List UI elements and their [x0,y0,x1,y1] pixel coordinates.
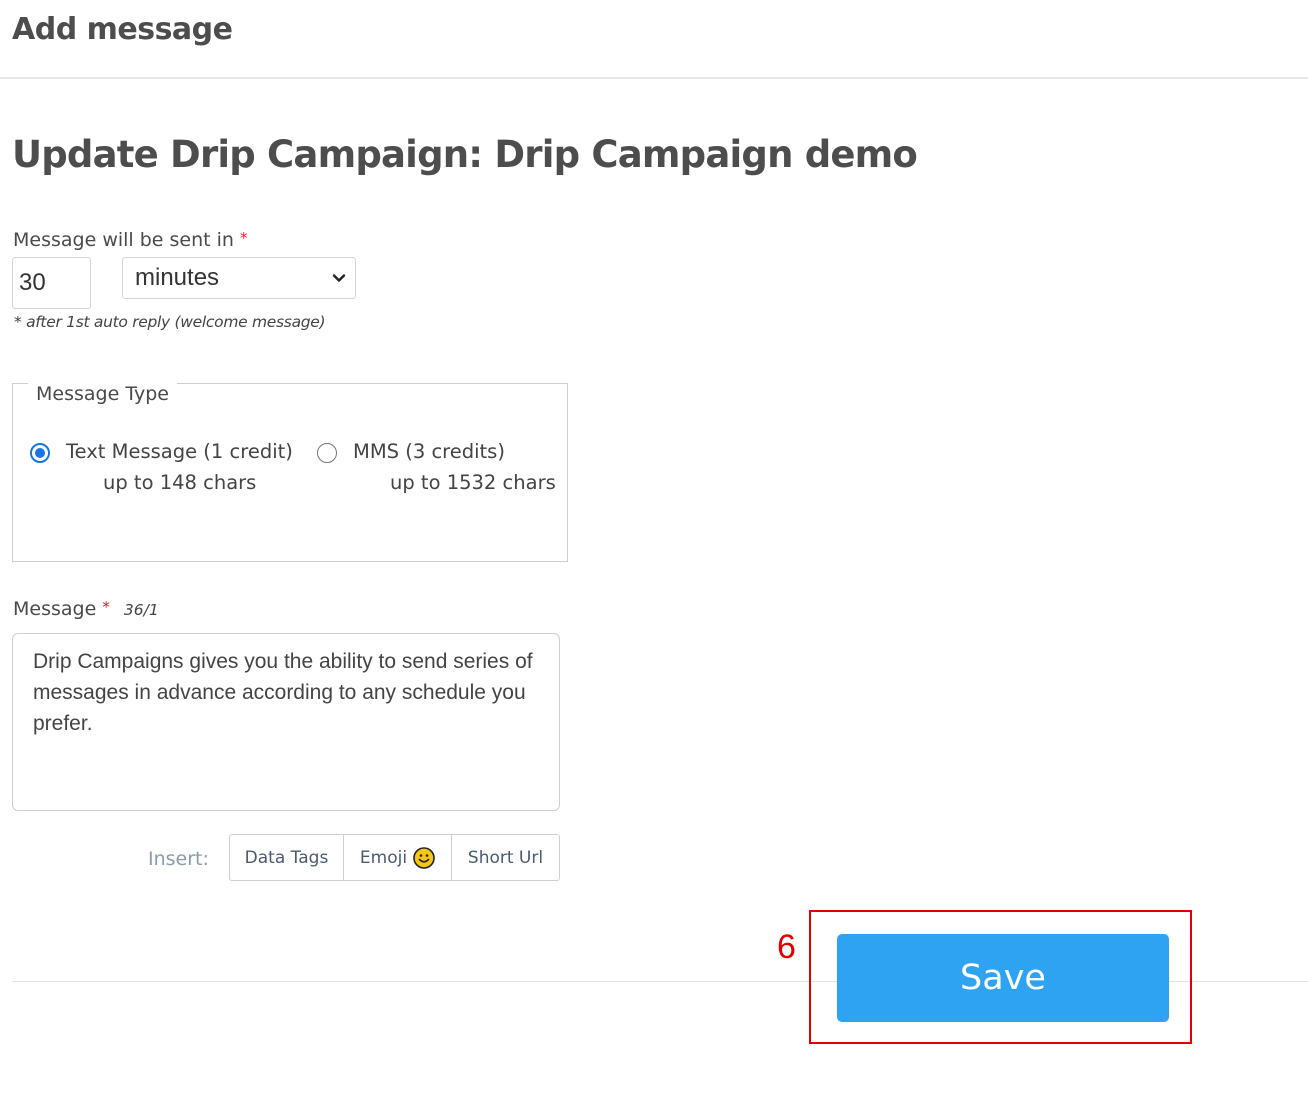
page-title: Add message [12,12,233,47]
data-tags-button[interactable]: Data Tags [230,835,344,880]
required-marker: * [240,229,248,247]
step-number-annotation: 6 [777,928,796,966]
delay-label: Message will be sent in * [13,229,248,251]
radio-text-message[interactable] [30,443,50,463]
page-header: Add message [0,0,1308,79]
short-url-button[interactable]: Short Url [452,835,559,880]
delay-label-text: Message will be sent in [13,229,234,251]
insert-button-group: Data Tags Emoji Short Url [229,834,560,881]
delay-unit-selected: minutes [135,264,220,291]
message-type-legend: Message Type [28,383,177,405]
delay-unit-select[interactable]: minutes [122,257,356,299]
delay-hint: * after 1st auto reply (welcome message) [14,313,326,331]
data-tags-label: Data Tags [244,847,329,868]
message-label: Message * 36/1 [13,598,159,620]
option-mms-limit: up to 1532 chars [390,471,556,494]
short-url-label: Short Url [467,847,544,868]
smiley-icon [413,846,435,869]
chevron-down-icon [332,274,346,282]
char-counter: 36/1 [123,601,159,619]
option-text-message-limit: up to 148 chars [103,471,257,494]
form-title: Update Drip Campaign: Drip Campaign demo [12,133,918,176]
emoji-label: Emoji [359,847,408,868]
message-textarea[interactable]: Drip Campaigns gives you the ability to … [12,633,560,811]
insert-label: Insert: [148,848,209,870]
save-button[interactable]: Save [837,934,1169,1022]
option-mms-label[interactable]: MMS (3 credits) [353,440,505,463]
delay-value-input[interactable]: 30 [12,257,91,309]
radio-mms[interactable] [317,443,337,463]
emoji-button[interactable]: Emoji [344,835,452,880]
required-marker: * [102,598,110,616]
message-label-text: Message [13,598,97,620]
option-text-message-label[interactable]: Text Message (1 credit) [66,440,293,463]
